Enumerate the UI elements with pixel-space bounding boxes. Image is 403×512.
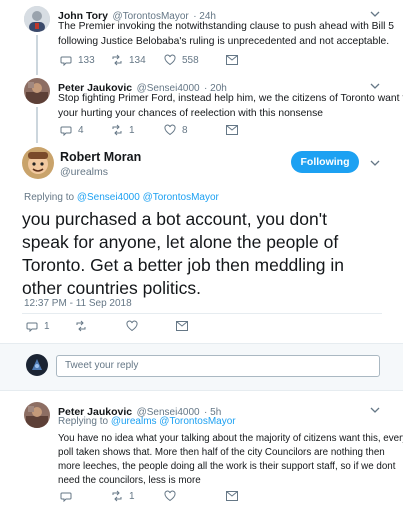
thread-line: [36, 35, 38, 75]
retweet-count: 134: [129, 54, 146, 66]
envelope-icon[interactable]: [226, 125, 238, 135]
avatar[interactable]: [24, 402, 50, 428]
tweet-timestamp[interactable]: 12:37 PM - 11 Sep 2018: [24, 298, 132, 309]
retweet-action[interactable]: 134: [111, 54, 146, 66]
avatar: [26, 354, 48, 376]
replying-to-label: Replying to: [58, 416, 109, 427]
like-count: 8: [182, 124, 188, 136]
retweet-count: 1: [129, 490, 135, 502]
reply-count: 4: [78, 124, 84, 136]
tweet-text-line: your hurting your chances of reelection …: [58, 108, 324, 119]
like-action[interactable]: [126, 320, 138, 332]
reply-action[interactable]: 4: [60, 124, 84, 136]
retweet-count: 1: [129, 124, 135, 136]
replying-to-handles[interactable]: @urealms @TorontosMayor: [111, 416, 236, 427]
retweet-action[interactable]: 1: [111, 490, 135, 502]
like-action[interactable]: 558: [164, 54, 199, 66]
replying-to-handles[interactable]: @Sensei4000 @TorontosMayor: [77, 192, 219, 203]
retweet-action[interactable]: 1: [111, 124, 135, 136]
like-action[interactable]: 8: [164, 124, 188, 136]
following-button[interactable]: Following: [291, 151, 359, 173]
envelope-icon[interactable]: [176, 321, 188, 331]
avatar[interactable]: [24, 78, 50, 104]
divider: [22, 313, 382, 314]
reply-action[interactable]: 133: [60, 54, 95, 66]
like-icon: [164, 54, 176, 66]
tweet-text-line: need the councilors, less is more: [58, 475, 201, 486]
reply-icon: [60, 56, 72, 66]
tweet-text-line: more leeches, the people doing all the w…: [58, 461, 396, 472]
reply-composer-area: Tweet your reply: [0, 343, 403, 391]
tweet-text-line: Stop fighting Primer Ford, instead help …: [58, 93, 403, 104]
reply-action[interactable]: 1: [26, 320, 50, 332]
avatar-image: [24, 6, 50, 32]
retweet-action[interactable]: [75, 320, 87, 332]
avatar-image: [24, 78, 50, 104]
like-count: 558: [182, 54, 199, 66]
reply-icon: [60, 126, 72, 136]
retweet-icon: [112, 54, 122, 66]
chevron-down-icon[interactable]: [370, 405, 380, 415]
chevron-down-icon[interactable]: [370, 158, 380, 168]
avatar-image: [26, 354, 48, 376]
retweet-icon: [112, 124, 122, 136]
replying-to-label: Replying to: [24, 192, 75, 203]
like-icon: [164, 490, 176, 502]
like-icon: [164, 124, 176, 136]
like-action[interactable]: [164, 490, 176, 502]
tweet-text-line: You have no idea what your talking about…: [58, 433, 403, 444]
retweet-icon: [76, 320, 86, 332]
thread-line: [36, 107, 38, 143]
envelope-icon[interactable]: [226, 491, 238, 501]
chevron-down-icon[interactable]: [370, 81, 380, 91]
tweet-text-line: you purchased a bot account, you don't: [22, 209, 327, 229]
tweet-text-line: poll taken shows that. More then half of…: [58, 447, 385, 458]
tweet-text-line: Toronto. Get a better job then meddling …: [22, 255, 345, 275]
tweet-text-line: other countries politics.: [22, 278, 201, 298]
reply-icon: [26, 322, 38, 332]
reply-icon: [60, 492, 72, 502]
reply-count: 133: [78, 54, 95, 66]
author-handle[interactable]: @urealms: [60, 166, 108, 178]
avatar[interactable]: [22, 147, 54, 179]
reply-count: 1: [44, 320, 50, 332]
author-name[interactable]: Robert Moran: [60, 150, 141, 164]
tweet-text-line: following Justice Belobaba's ruling is u…: [58, 36, 390, 47]
reply-action[interactable]: [60, 490, 72, 502]
tweet-text-line: speak for anyone, let alone the people o…: [22, 232, 339, 252]
reply-input[interactable]: Tweet your reply: [56, 355, 380, 377]
like-icon: [126, 320, 138, 332]
envelope-icon[interactable]: [226, 55, 238, 65]
avatar-image: [24, 402, 50, 428]
retweet-icon: [112, 490, 122, 502]
avatar[interactable]: [24, 6, 50, 32]
chevron-down-icon[interactable]: [370, 9, 380, 19]
tweet-text-line: The Premier invoking the notwithstanding…: [58, 21, 394, 32]
avatar-image: [22, 147, 54, 179]
